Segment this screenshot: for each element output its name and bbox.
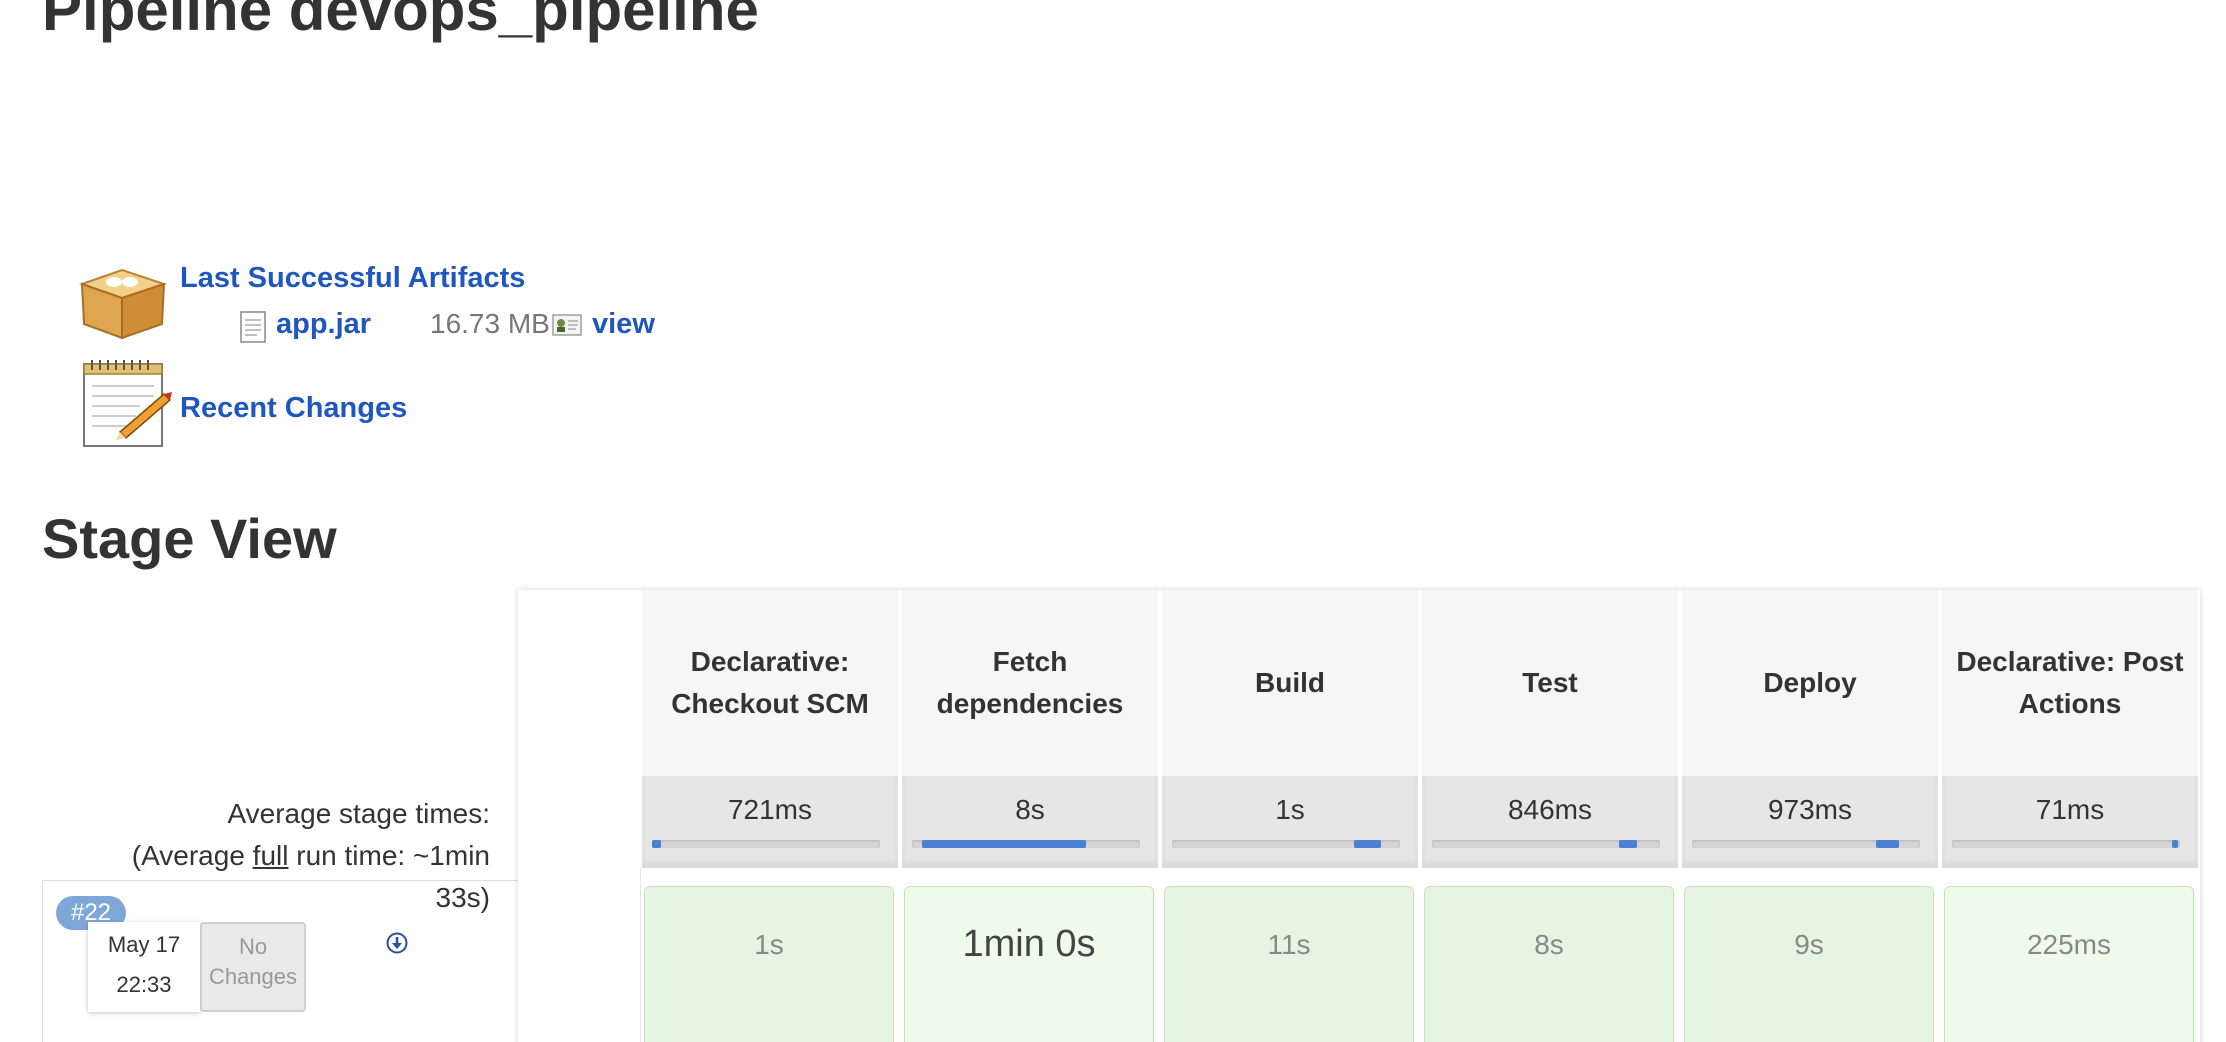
stage-progress-fill — [922, 840, 1086, 848]
stage-run-cell[interactable]: 8s — [1424, 886, 1674, 1042]
artifact-view-link[interactable]: view — [592, 308, 655, 341]
stage-run-cell[interactable]: 1min 0s — [904, 886, 1154, 1042]
stage-view-title: Stage View — [42, 507, 337, 570]
download-icon[interactable] — [386, 932, 408, 954]
recent-changes-link[interactable]: Recent Changes — [180, 392, 407, 425]
no-changes-box[interactable]: No Changes — [200, 922, 306, 1012]
stage-average: 71ms — [1940, 776, 2198, 868]
stage-progress-track — [912, 840, 1140, 848]
stage-column: Declarative: Checkout SCM 721ms 1s — [640, 590, 898, 1042]
stage-average: 973ms — [1680, 776, 1938, 868]
stage-progress-fill — [2172, 840, 2178, 848]
stage-column: Build 1s 11s — [1160, 590, 1418, 1042]
stage-header: Declarative: Checkout SCM — [640, 590, 898, 776]
file-icon — [240, 311, 266, 343]
stage-progress-track — [1432, 840, 1660, 848]
stage-view-table: Declarative: Checkout SCM 721ms 1s Fetch de… — [518, 590, 2200, 1042]
stage-progress-fill — [1354, 840, 1381, 848]
avg-full-word: full — [252, 840, 289, 871]
stage-average-time: 846ms — [1507, 794, 1593, 825]
stage-average: 1s — [1160, 776, 1418, 868]
build-date: May 17 — [107, 932, 181, 957]
notepad-pencil-icon — [83, 360, 172, 447]
page: Pipeline devops_pipeline Last Successful… — [0, 0, 2226, 1042]
artifact-file-size: 16.73 MB — [430, 308, 550, 339]
stage-header: Build — [1160, 590, 1418, 776]
stage-table-spacer — [518, 590, 641, 1042]
stage-column: Deploy 973ms 9s — [1680, 590, 1938, 1042]
average-full-run-time: (Average full run time: ~1min — [132, 840, 490, 872]
stage-run-duration: 11s — [1267, 929, 1311, 960]
stage-progress-fill — [1876, 840, 1899, 848]
stage-progress-track — [652, 840, 880, 848]
stage-average-time: 1s — [1275, 794, 1305, 825]
stage-header: Test — [1420, 590, 1678, 776]
stage-run-cell[interactable]: 9s — [1684, 886, 1934, 1042]
stage-header: Fetch dependencies — [900, 590, 1158, 776]
stage-run-cell[interactable]: 225ms — [1944, 886, 2194, 1042]
build-time: 22:33 — [116, 972, 172, 997]
stage-column: Test 846ms 8s — [1420, 590, 1678, 1042]
stage-average: 846ms — [1420, 776, 1678, 868]
stage-run-cell[interactable]: 11s — [1164, 886, 1414, 1042]
stage-progress-track — [1692, 840, 1920, 848]
stage-average-time: 721ms — [727, 794, 813, 825]
page-title: Pipeline devops_pipeline — [42, 0, 759, 43]
stage-average: 721ms — [640, 776, 898, 868]
build-date-box[interactable]: May 17 22:33 — [88, 922, 200, 1012]
artifact-file-link[interactable]: app.jar — [276, 308, 371, 341]
stage-run-duration: 225ms — [2026, 929, 2112, 960]
stage-run-duration: 9s — [1794, 929, 1824, 960]
avg-full-prefix: (Average — [131, 840, 253, 871]
last-successful-artifacts-link[interactable]: Last Successful Artifacts — [180, 262, 525, 295]
stage-average-time: 8s — [1015, 794, 1045, 825]
stage-run-duration: 8s — [1534, 929, 1564, 960]
stage-average-time: 71ms — [2035, 794, 2105, 825]
stage-run-cell[interactable]: 1s — [644, 886, 894, 1042]
stage-header: Deploy — [1680, 590, 1938, 776]
stage-column: Fetch dependencies 8s 1min 0s — [900, 590, 1158, 1042]
fingerprint-card-icon — [552, 314, 582, 336]
stage-column: Declarative: Post Actions 71ms 225ms — [1940, 590, 2198, 1042]
avg-full-suffix: run time: ~1min — [288, 840, 490, 871]
stage-header: Declarative: Post Actions — [1940, 590, 2198, 776]
stage-average-time: 973ms — [1767, 794, 1853, 825]
package-box-icon — [78, 268, 168, 340]
stage-progress-track — [1172, 840, 1400, 848]
stage-run-duration: 1s — [754, 929, 784, 960]
stage-progress-track — [1952, 840, 2180, 848]
stage-average: 8s — [900, 776, 1158, 868]
stage-run-duration: 1min 0s — [962, 923, 1096, 965]
stage-progress-fill — [652, 840, 661, 848]
stage-progress-fill — [1619, 840, 1637, 848]
average-stage-times-label: Average stage times: — [227, 798, 490, 829]
